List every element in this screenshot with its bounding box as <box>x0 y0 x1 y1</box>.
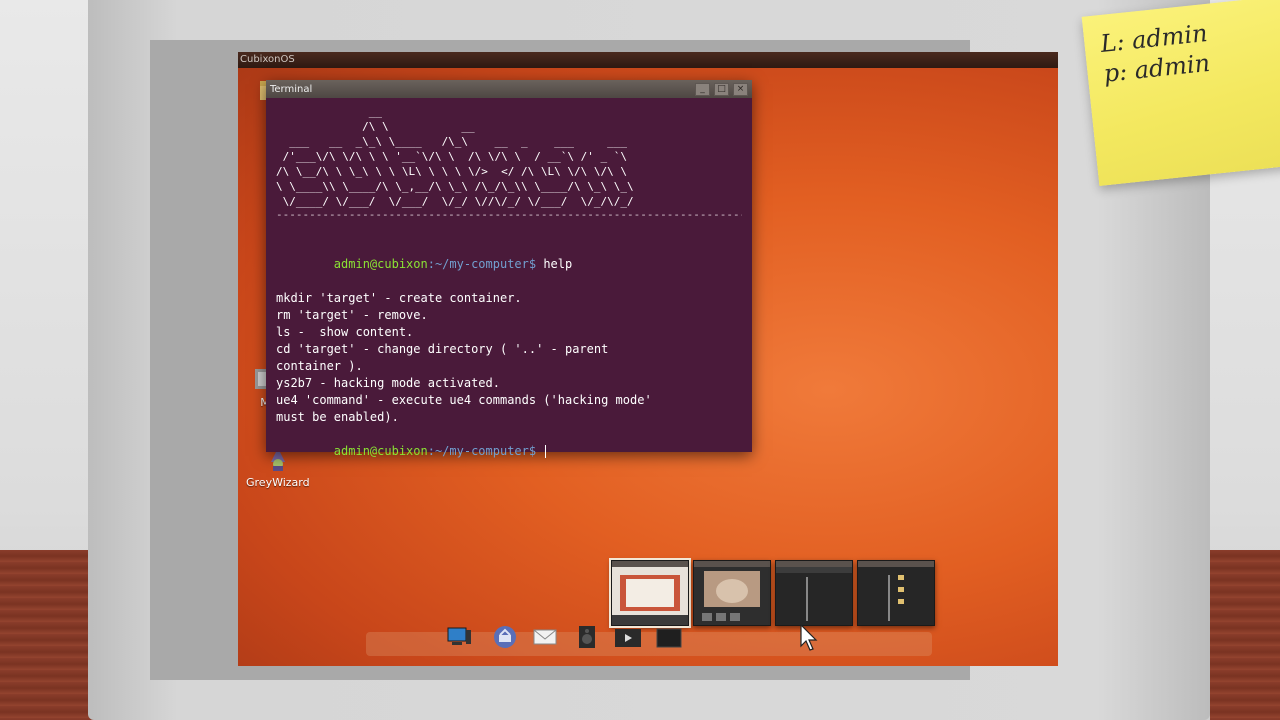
prompt-path: :~/my-computer$ <box>427 444 537 458</box>
terminal-app-icon[interactable] <box>656 628 682 648</box>
video-player-icon[interactable] <box>614 628 642 648</box>
mouse-pointer-icon <box>800 624 818 651</box>
output-line: mkdir 'target' - create container. <box>276 291 522 305</box>
output-line: ls - show content. <box>276 325 414 339</box>
desk-surface-left <box>0 550 95 720</box>
speaker-icon[interactable] <box>574 624 600 650</box>
computer-screen: CubixonOS F M GreyWizard Terminal _ □ × <box>238 52 1058 666</box>
ascii-banner: __ /\ \ __ ___ __ _\_\ \____ /\_\ __ _ _… <box>276 105 634 208</box>
close-button[interactable]: × <box>733 82 748 96</box>
output-line: ys2b7 - hacking mode activated. <box>276 376 500 390</box>
window-thumbnail-room[interactable] <box>609 558 691 628</box>
image-preview-icon <box>694 567 770 625</box>
command-line: admin@cubixon:~/my-computer$ help <box>276 239 742 290</box>
computer-icon[interactable] <box>446 624 472 650</box>
store-basket-icon[interactable] <box>492 624 518 650</box>
window-controls: _ □ × <box>695 82 748 96</box>
os-top-bar: CubixonOS <box>238 52 1058 68</box>
room-preview-icon <box>612 567 688 625</box>
explorer-preview-icon <box>776 567 852 625</box>
command-text: help <box>536 257 573 271</box>
input-text[interactable] <box>536 444 543 458</box>
terminal-body[interactable]: __ /\ \ __ ___ __ _\_\ \____ /\_\ __ _ _… <box>266 98 752 477</box>
output-line: ue4 'command' - execute ue4 commands ('h… <box>276 393 652 407</box>
window-thumbnail-files[interactable] <box>857 560 935 626</box>
window-thumbnail-explorer[interactable] <box>775 560 853 626</box>
os-title: CubixonOS <box>240 54 295 65</box>
text-cursor <box>545 445 547 458</box>
prompt-path: :~/my-computer$ <box>427 257 537 271</box>
prompt-user: admin@cubixon <box>333 257 428 271</box>
terminal-title: Terminal <box>270 83 313 95</box>
maximize-button[interactable]: □ <box>714 82 729 96</box>
sticky-note: L: admin p: admin <box>1081 0 1280 186</box>
prompt-user: admin@cubixon <box>333 444 428 458</box>
active-prompt-line[interactable]: admin@cubixon:~/my-computer$ <box>276 426 742 477</box>
output-line: container ). <box>276 359 363 373</box>
minimize-button[interactable]: _ <box>695 82 710 96</box>
banner-divider: ----------------------------------------… <box>276 209 742 221</box>
output-line: must be enabled). <box>276 410 399 424</box>
output-line: cd 'target' - change directory ( '..' - … <box>276 342 609 356</box>
terminal-titlebar[interactable]: Terminal _ □ × <box>266 80 752 98</box>
desk-surface-right <box>1210 550 1280 720</box>
desktop-icon-label: GreyWizard <box>246 476 310 489</box>
terminal-window[interactable]: Terminal _ □ × __ /\ \ __ ___ __ _\_\ \_… <box>266 80 752 458</box>
mail-icon[interactable] <box>532 624 558 650</box>
files-preview-icon <box>858 567 934 625</box>
window-thumbnail-image[interactable] <box>693 560 771 626</box>
output-line: rm 'target' - remove. <box>276 308 428 322</box>
